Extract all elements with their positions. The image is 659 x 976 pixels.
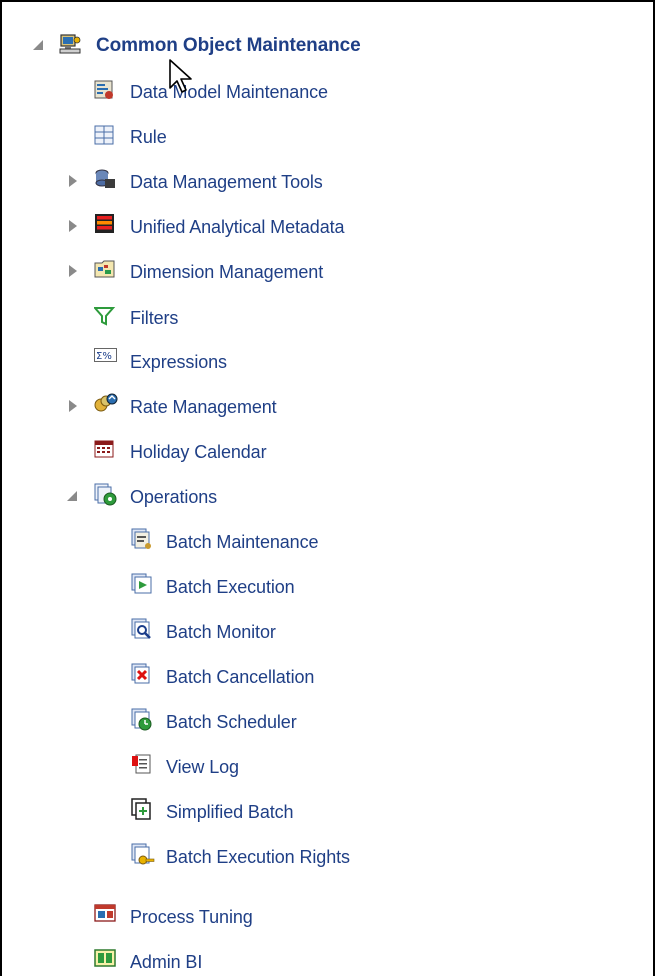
batch-scheduler-icon xyxy=(130,708,152,731)
collapsed-twisty-icon[interactable] xyxy=(68,400,82,414)
simplified-batch-icon xyxy=(130,798,152,820)
expanded-twisty-icon[interactable] xyxy=(32,39,46,53)
tree-node-label: Filters xyxy=(130,308,179,328)
tree-node-label: Expressions xyxy=(130,352,227,372)
tree-node-label: Process Tuning xyxy=(130,907,253,927)
tree-node-label: Batch Execution xyxy=(166,577,295,597)
operations-icon xyxy=(94,483,117,506)
batch-maintenance-icon xyxy=(130,528,152,550)
tree-node-label: Batch Scheduler xyxy=(166,712,297,732)
view-log-icon xyxy=(130,753,152,775)
tree-node-label: Batch Maintenance xyxy=(166,532,319,552)
metadata-icon xyxy=(94,213,116,235)
navigation-tree-panel: Common Object Maintenance Data Model Mai… xyxy=(0,0,655,976)
admin-bi-icon xyxy=(94,948,116,970)
collapsed-twisty-icon[interactable] xyxy=(68,220,82,234)
tree-node-label: View Log xyxy=(166,757,239,777)
tree-node-label: Batch Execution Rights xyxy=(166,847,350,867)
tree-node-label: Unified Analytical Metadata xyxy=(130,217,345,237)
calendar-icon xyxy=(94,440,116,462)
filter-icon xyxy=(94,306,116,328)
svg-text:Σ%: Σ% xyxy=(96,351,112,362)
network-computer-icon xyxy=(58,33,81,55)
batch-monitor-icon xyxy=(130,618,152,640)
expression-icon: Σ% xyxy=(94,348,117,370)
rate-icon xyxy=(94,393,118,415)
tree-node-label: Batch Monitor xyxy=(166,622,276,642)
tree-node-label: Holiday Calendar xyxy=(130,442,267,462)
tree-node-label: Dimension Management xyxy=(130,262,324,282)
tree-node-label: Batch Cancellation xyxy=(166,667,315,687)
collapsed-twisty-icon[interactable] xyxy=(68,265,82,279)
tree-node-label: Common Object Maintenance xyxy=(96,35,361,56)
tree-node-label: Data Model Maintenance xyxy=(130,82,328,102)
tree-node-label: Rate Management xyxy=(130,397,277,417)
rule-icon xyxy=(94,125,116,147)
dimension-icon xyxy=(94,258,116,280)
batch-cancellation-icon xyxy=(130,663,152,685)
tree-node-label: Operations xyxy=(130,487,218,507)
mouse-pointer-icon xyxy=(168,58,194,94)
expanded-twisty-icon[interactable] xyxy=(66,490,80,504)
data-model-icon xyxy=(94,80,116,102)
batch-execution-icon xyxy=(130,573,152,595)
tree-node-label: Rule xyxy=(130,127,167,147)
process-tuning-icon xyxy=(94,903,116,925)
database-tools-icon xyxy=(94,168,116,190)
tree-node-label: Simplified Batch xyxy=(166,802,294,822)
tree-node-label: Admin BI xyxy=(130,952,203,972)
tree-node-label: Data Management Tools xyxy=(130,172,323,192)
batch-rights-icon xyxy=(130,843,155,865)
collapsed-twisty-icon[interactable] xyxy=(68,175,82,189)
